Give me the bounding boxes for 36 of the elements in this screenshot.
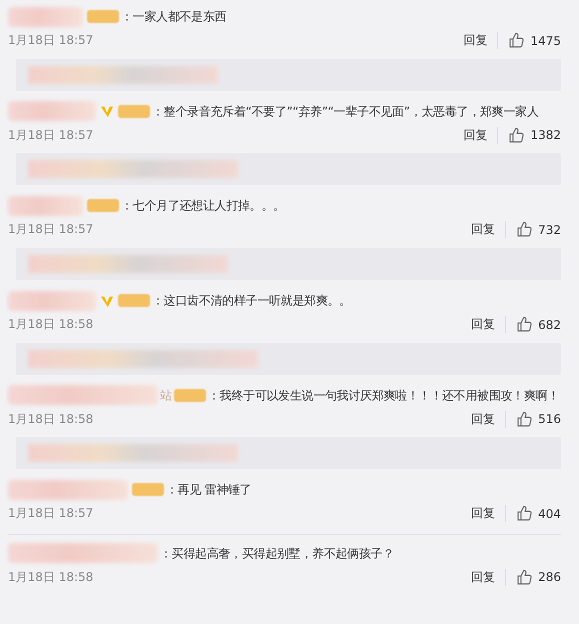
comment-time: 1月18日 18:58: [8, 410, 94, 428]
comment-text: ：我终于可以发生说一句我讨厌郑爽啦！！！还不用被围攻！爽啊！: [208, 388, 560, 402]
like-count: 682: [538, 318, 561, 332]
thumbs-up-icon[interactable]: [516, 410, 534, 428]
comment-time: 1月18日 18:57: [8, 126, 94, 144]
like-count: 732: [538, 222, 561, 237]
comment-text: ：整个录音充斥着“不要了”“弃养”“一辈子不见面”，太恶毒了，郑爽一家人: [152, 104, 539, 118]
reply-link[interactable]: 回复: [463, 126, 498, 144]
comment-time: 1月18日 18:57: [8, 505, 94, 522]
comment-text: ：七个月了还想让人打掉。。。: [121, 198, 285, 213]
reply-link[interactable]: 回复: [471, 410, 506, 428]
thumbs-up-icon[interactable]: [516, 221, 534, 238]
thumbs-up-icon[interactable]: [508, 32, 526, 50]
reply-link[interactable]: 回复: [471, 568, 506, 586]
username-fragment: 站: [160, 388, 172, 402]
thumbs-up-icon[interactable]: [516, 568, 534, 586]
comment-text: ：一家人都不是东西: [121, 10, 226, 24]
comment-time: 1月18日 18:57: [8, 221, 94, 238]
like-count: 1475: [530, 34, 561, 48]
comment-time: 1月18日 18:58: [8, 316, 94, 333]
like-count: 516: [538, 412, 561, 426]
like-count: 1382: [530, 128, 561, 142]
reply-link[interactable]: 回复: [471, 505, 506, 522]
comment-text: ：再见 雷神锤了: [166, 482, 252, 497]
like-count: 286: [538, 570, 561, 584]
thumbs-up-icon[interactable]: [516, 316, 534, 333]
comment-text: ：这口齿不清的样子一听就是郑爽。。: [152, 294, 351, 308]
reply-link[interactable]: 回复: [471, 316, 506, 333]
comment-time: 1月18日 18:58: [8, 568, 94, 586]
thumbs-up-icon[interactable]: [508, 126, 526, 144]
comment-text: ：买得起高奢，买得起别墅，养不起俩孩子？: [160, 546, 394, 560]
thumbs-up-icon[interactable]: [516, 505, 534, 522]
comment-time: 1月18日 18:57: [8, 32, 94, 50]
like-count: 404: [538, 506, 561, 521]
reply-link[interactable]: 回复: [463, 32, 498, 50]
reply-link[interactable]: 回复: [471, 221, 506, 238]
